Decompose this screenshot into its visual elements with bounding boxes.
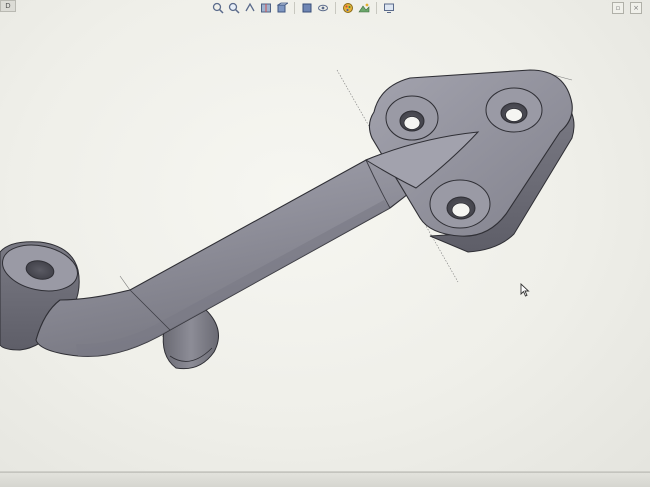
document-menu-button[interactable]: D — [0, 0, 16, 12]
view-settings-icon[interactable] — [383, 2, 395, 14]
zoom-to-fit-icon[interactable] — [212, 2, 224, 14]
mounting-hole-bottom — [429, 179, 491, 229]
section-view-icon[interactable] — [260, 2, 272, 14]
restore-icon[interactable]: ▫ — [612, 2, 624, 14]
edit-appearance-icon[interactable] — [342, 2, 354, 14]
close-icon[interactable]: × — [630, 2, 642, 14]
hide-show-items-icon[interactable] — [317, 2, 329, 14]
mouse-cursor-icon — [520, 283, 530, 297]
previous-view-icon[interactable] — [244, 2, 256, 14]
apply-scene-icon[interactable] — [358, 2, 370, 14]
status-bar — [0, 472, 650, 487]
view-orientation-icon[interactable] — [276, 2, 288, 14]
mounting-hole-top-left — [385, 95, 439, 141]
display-style-icon[interactable] — [301, 2, 313, 14]
zoom-area-icon[interactable] — [228, 2, 240, 14]
mounting-hole-top-right — [485, 87, 543, 133]
graphics-area[interactable] — [0, 16, 650, 471]
window-controls: ▫ × — [612, 2, 642, 14]
heads-up-view-toolbar — [212, 0, 395, 16]
